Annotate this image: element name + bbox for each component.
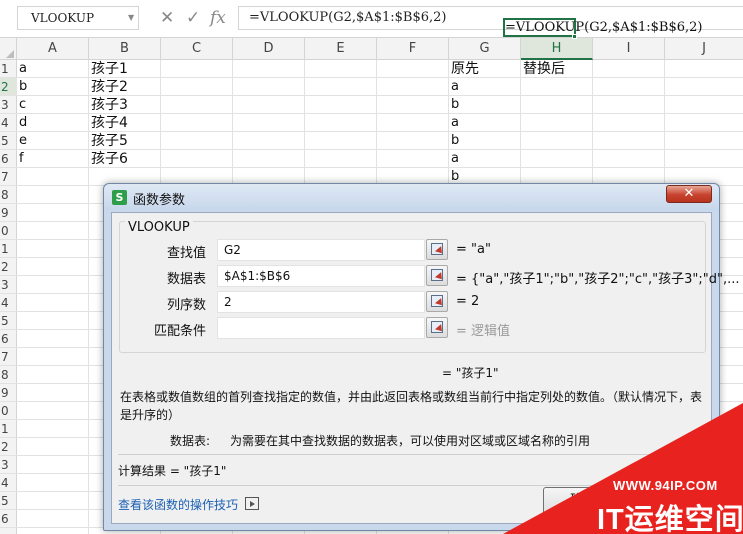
calculation-result: 计算结果 = "孩子1" bbox=[118, 464, 227, 478]
cell-a1[interactable]: a bbox=[17, 60, 27, 78]
row-header[interactable]: 0 bbox=[0, 402, 17, 420]
dialog-title: 函数参数 bbox=[133, 193, 186, 208]
cell-g6[interactable]: a bbox=[449, 150, 459, 168]
select-all-corner[interactable] bbox=[0, 38, 17, 60]
arg-label-lookup-value: 查找值 bbox=[166, 246, 206, 261]
function-tips-link[interactable]: 查看该函数的操作技巧 bbox=[118, 496, 238, 513]
cell-b5[interactable]: 孩子5 bbox=[89, 132, 128, 150]
row-header[interactable]: 4 bbox=[0, 474, 17, 492]
row-header[interactable]: 8 bbox=[0, 186, 17, 204]
row-header[interactable]: 4 bbox=[0, 294, 17, 312]
row-header[interactable]: 0 bbox=[0, 222, 17, 240]
cell-g3[interactable]: b bbox=[449, 96, 459, 114]
cell-b6[interactable]: 孩子6 bbox=[89, 150, 128, 168]
cell-a6[interactable]: f bbox=[17, 150, 24, 168]
arg-result-range-lookup: = 逻辑值 bbox=[456, 324, 511, 339]
name-box-dropdown-icon[interactable]: ▼ bbox=[128, 13, 134, 22]
cell-a4[interactable]: d bbox=[17, 114, 27, 132]
insert-function-icon[interactable]: fx bbox=[210, 7, 226, 29]
wps-app-icon: S bbox=[112, 190, 127, 205]
divider bbox=[118, 454, 706, 455]
watermark-brand: IT运维空间 bbox=[597, 504, 743, 534]
row-header[interactable]: 9 bbox=[0, 384, 17, 402]
arg-label-table-array: 数据表 bbox=[166, 272, 206, 287]
cell-h2-editing[interactable]: =VLOOKUP(G2,$A$1:$B$6,2) bbox=[504, 19, 702, 36]
fill-handle[interactable] bbox=[572, 34, 577, 39]
collapse-dialog-button[interactable] bbox=[426, 265, 448, 286]
row-header[interactable]: 3 bbox=[0, 96, 17, 114]
row-header[interactable]: 4 bbox=[0, 114, 17, 132]
column-header-g[interactable]: G bbox=[449, 38, 521, 60]
column-header-a[interactable]: A bbox=[17, 38, 89, 60]
column-header-j[interactable]: J bbox=[665, 38, 743, 60]
param-description-label: 数据表: bbox=[170, 434, 211, 448]
dialog-title-bar[interactable]: S 函数参数 ✕ bbox=[104, 184, 719, 210]
arg-input-col-index[interactable]: 2 bbox=[217, 291, 425, 313]
collapse-dialog-button[interactable] bbox=[426, 317, 448, 338]
row-header[interactable]: 5 bbox=[0, 492, 17, 510]
column-header-b[interactable]: B bbox=[89, 38, 161, 60]
cell-b3[interactable]: 孩子3 bbox=[89, 96, 128, 114]
column-header-i[interactable]: I bbox=[593, 38, 665, 60]
row-header[interactable]: 2 bbox=[0, 258, 17, 276]
function-name: VLOOKUP bbox=[125, 220, 193, 235]
collapse-dialog-button[interactable] bbox=[426, 239, 448, 260]
arg-label-col-index: 列序数 bbox=[166, 298, 206, 313]
formula-result: = "孩子1" bbox=[442, 366, 499, 380]
cell-b4[interactable]: 孩子4 bbox=[89, 114, 128, 132]
cell-a2[interactable]: b bbox=[17, 78, 27, 96]
row-header[interactable]: 1 bbox=[0, 60, 17, 78]
cell-a3[interactable]: c bbox=[17, 96, 26, 114]
arg-input-table-array[interactable]: $A$1:$B$6 bbox=[217, 265, 425, 287]
cell-g1[interactable]: 原先 bbox=[449, 60, 479, 78]
watermark-url: WWW.94IP.COM bbox=[613, 478, 718, 493]
arg-input-lookup-value[interactable]: G2 bbox=[217, 239, 425, 261]
function-description: 在表格或数值数组的首列查找指定的数值，并由此返回表格或数组当前行中指定列处的数值… bbox=[120, 390, 703, 422]
play-video-icon[interactable] bbox=[245, 497, 259, 510]
row-header[interactable]: 2 bbox=[0, 78, 17, 96]
cell-g2[interactable]: a bbox=[449, 78, 459, 96]
cancel-icon[interactable]: ✕ bbox=[160, 7, 174, 29]
arguments-group: VLOOKUP 查找值 G2 = "a" 数据表 $A$1:$B$6 = {"a… bbox=[119, 220, 740, 353]
row-header[interactable]: 2 bbox=[0, 438, 17, 456]
name-box[interactable]: VLOOKUP bbox=[17, 6, 139, 30]
row-header[interactable]: 9 bbox=[0, 204, 17, 222]
row-header[interactable]: 3 bbox=[0, 276, 17, 294]
row-header[interactable]: 6 bbox=[0, 330, 17, 348]
row-header[interactable]: 5 bbox=[0, 132, 17, 150]
column-header-bar: A B C D E F G H I J bbox=[0, 38, 743, 60]
enter-icon[interactable]: ✓ bbox=[186, 7, 200, 29]
param-description-text: 为需要在其中查找数据的数据表，可以使用对区域或区域名称的引用 bbox=[230, 434, 591, 448]
cell-g5[interactable]: b bbox=[449, 132, 459, 150]
column-header-e[interactable]: E bbox=[305, 38, 377, 60]
arg-input-range-lookup[interactable] bbox=[217, 317, 425, 339]
row-header[interactable]: 6 bbox=[0, 510, 17, 528]
row-header[interactable]: 3 bbox=[0, 456, 17, 474]
row-header[interactable]: 8 bbox=[0, 366, 17, 384]
column-header-f[interactable]: F bbox=[377, 38, 449, 60]
row-header[interactable]: 1 bbox=[0, 240, 17, 258]
row-header[interactable]: 5 bbox=[0, 312, 17, 330]
cell-h1[interactable]: 替换后 bbox=[521, 60, 565, 78]
arg-label-range-lookup: 匹配条件 bbox=[153, 324, 206, 339]
arg-result-col-index: = 2 bbox=[456, 294, 480, 309]
column-header-d[interactable]: D bbox=[233, 38, 305, 60]
close-button[interactable]: ✕ bbox=[666, 185, 712, 203]
collapse-dialog-button[interactable] bbox=[426, 291, 448, 312]
column-header-h[interactable]: H bbox=[521, 38, 593, 60]
row-header[interactable]: 6 bbox=[0, 150, 17, 168]
cell-b2[interactable]: 孩子2 bbox=[89, 78, 128, 96]
column-header-c[interactable]: C bbox=[161, 38, 233, 60]
row-header[interactable]: 7 bbox=[0, 348, 17, 366]
row-header-bar: 1 2 3 4 5 6 7 8 9 0 1 2 3 4 5 6 7 8 9 0 … bbox=[0, 60, 17, 534]
row-header[interactable]: 7 bbox=[0, 168, 17, 186]
arg-result-lookup-value: = "a" bbox=[456, 242, 491, 257]
arg-result-table-array: = {"a","孩子1";"b","孩子2";"c","孩子3";"d",... bbox=[456, 272, 740, 287]
cell-b1[interactable]: 孩子1 bbox=[89, 60, 128, 78]
row-header[interactable]: 1 bbox=[0, 420, 17, 438]
cell-g4[interactable]: a bbox=[449, 114, 459, 132]
cell-a5[interactable]: e bbox=[17, 132, 27, 150]
